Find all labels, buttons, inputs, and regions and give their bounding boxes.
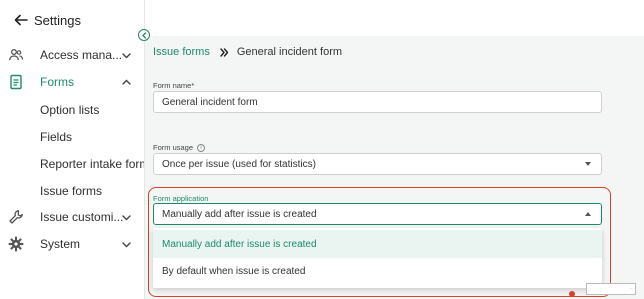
caret-up-icon xyxy=(585,212,591,216)
chevron-up-icon xyxy=(122,79,131,85)
form-application-label: Form application xyxy=(153,194,209,203)
sidebar-subitem-fields[interactable]: Fields xyxy=(40,130,72,144)
breadcrumb-current: General incident form xyxy=(236,46,343,58)
sidebar-subitem-issue-forms[interactable]: Issue forms xyxy=(40,184,102,198)
form-name-label: Form name* xyxy=(153,81,195,90)
double-chevron-right-icon xyxy=(220,47,229,57)
chevron-left-icon xyxy=(141,31,146,39)
form-usage-label: Form usage i xyxy=(153,143,206,153)
form-application-value: Manually add after issue is created xyxy=(162,208,317,220)
breadcrumb: Issue forms General incident form xyxy=(153,46,342,58)
sidebar-item-forms[interactable]: Forms xyxy=(0,70,144,94)
sidebar: Settings Access mana... Forms Option lis… xyxy=(0,0,155,299)
form-usage-value: Once per issue (used for statistics) xyxy=(162,158,316,170)
sidebar-item-label: System xyxy=(40,237,81,251)
document-icon xyxy=(10,74,22,90)
dropdown-option-manual[interactable]: Manually add after issue is created xyxy=(153,230,602,258)
back-label: Settings xyxy=(34,12,81,28)
chevron-down-icon xyxy=(122,53,131,59)
info-icon[interactable]: i xyxy=(197,144,206,153)
chevron-down-icon xyxy=(122,242,131,248)
form-name-input[interactable]: General incident form xyxy=(153,91,602,113)
caret-down-icon xyxy=(585,162,591,166)
chevron-down-icon xyxy=(122,215,131,221)
form-application-dropdown: Manually add after issue is created By d… xyxy=(153,228,602,288)
sidebar-item-label: Issue customi... xyxy=(40,210,124,224)
status-dot xyxy=(569,291,575,297)
sidebar-item-label: Forms xyxy=(40,75,74,89)
dropdown-option-default[interactable]: By default when issue is created xyxy=(153,257,602,285)
sidebar-subitem-option-lists[interactable]: Option lists xyxy=(40,103,99,117)
sidebar-item-label: Access mana... xyxy=(40,48,123,62)
main-content: Issue forms General incident form Form n… xyxy=(145,0,644,299)
breadcrumb-link-issue-forms[interactable]: Issue forms xyxy=(153,46,210,58)
form-usage-select[interactable]: Once per issue (used for statistics) xyxy=(153,153,602,175)
sidebar-item-issue-customization[interactable]: Issue customi... xyxy=(0,205,144,229)
sidebar-item-access-management[interactable]: Access mana... xyxy=(0,43,144,67)
mini-input[interactable]: · xyxy=(586,283,636,295)
wrench-icon xyxy=(9,210,23,224)
sidebar-subitem-reporter-intake-forms[interactable]: Reporter intake forms xyxy=(40,157,155,171)
settings-app: Settings Access mana... Forms Option lis… xyxy=(0,0,644,299)
back-to-settings[interactable]: Settings xyxy=(14,10,81,30)
option-label: Manually add after issue is created xyxy=(162,238,317,250)
form-name-value: General incident form xyxy=(162,96,258,108)
users-icon xyxy=(9,49,24,61)
form-usage-label-text: Form usage xyxy=(153,143,194,152)
collapse-sidebar-button[interactable] xyxy=(138,29,150,41)
arrow-left-icon xyxy=(14,14,28,26)
form-application-select[interactable]: Manually add after issue is created xyxy=(153,203,602,225)
option-label: By default when issue is created xyxy=(162,265,306,277)
sidebar-item-system[interactable]: System xyxy=(0,232,144,256)
gear-icon xyxy=(8,236,24,252)
